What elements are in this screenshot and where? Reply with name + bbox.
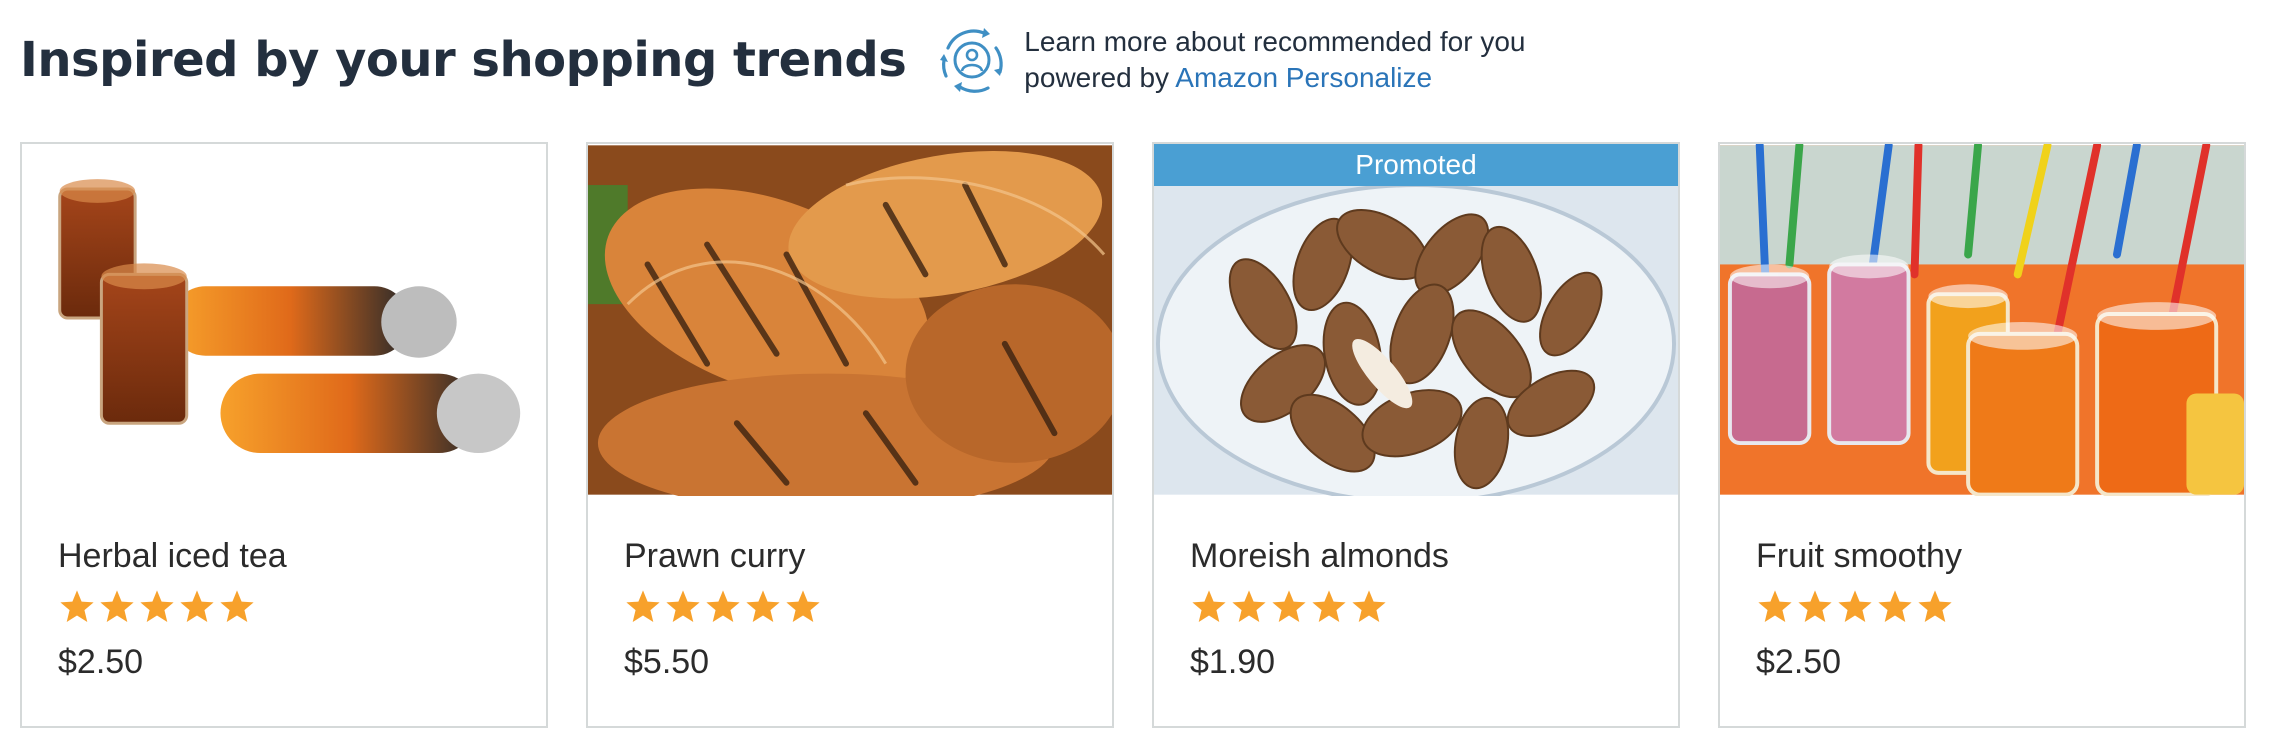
product-name[interactable]: Fruit smoothy [1756, 534, 2208, 578]
product-card-herbal-iced-tea[interactable]: Herbal iced tea $2.50 [20, 142, 548, 728]
fruit-smoothy-image [1720, 144, 2244, 496]
star-icon [706, 590, 740, 623]
product-name[interactable]: Prawn curry [624, 534, 1076, 578]
product-price: $5.50 [624, 643, 710, 681]
product-price: $1.90 [1190, 643, 1276, 681]
recommendations-header: Inspired by your shopping trends Learn m… [20, 20, 1525, 100]
star-icon [1758, 590, 1792, 623]
product-price: $2.50 [58, 643, 144, 681]
star-icon [180, 590, 214, 623]
personalize-info: Learn more about recommended for you pow… [932, 20, 1525, 100]
star-icon [1232, 590, 1266, 623]
star-rating [58, 588, 510, 628]
star-icon [786, 590, 820, 623]
star-icon [60, 590, 94, 623]
product-price: $2.50 [1756, 643, 1842, 681]
star-icon [1352, 590, 1386, 623]
herbal-iced-tea-image [22, 145, 546, 495]
product-name[interactable]: Moreish almonds [1190, 534, 1642, 578]
powered-by-text: powered by [1024, 62, 1170, 93]
star-icon [1838, 590, 1872, 623]
star-icon [666, 590, 700, 623]
star-icon [1272, 590, 1306, 623]
star-icon [1312, 590, 1346, 623]
star-icon [1798, 590, 1832, 623]
star-icon [140, 590, 174, 623]
section-title: Inspired by your shopping trends [20, 32, 907, 88]
star-icon [100, 590, 134, 623]
product-card-fruit-smoothy[interactable]: Fruit smoothy $2.50 [1718, 142, 2246, 728]
star-icon [1918, 590, 1952, 623]
star-icon [746, 590, 780, 623]
product-name[interactable]: Herbal iced tea [58, 534, 510, 578]
star-icon [1878, 590, 1912, 623]
personalize-user-cycle-icon[interactable] [932, 20, 1012, 100]
star-icon [626, 590, 660, 623]
promoted-badge: Promoted [1154, 144, 1678, 186]
amazon-personalize-link[interactable]: Amazon Personalize [1175, 62, 1432, 93]
star-icon [1192, 590, 1226, 623]
product-card-moreish-almonds[interactable]: Promoted Moreish almonds $1.90 [1152, 142, 1680, 728]
star-rating [1756, 588, 2208, 628]
product-card-prawn-curry[interactable]: Prawn curry $5.50 [586, 142, 1114, 728]
personalize-learn-more-text: Learn more about recommended for you [1024, 26, 1526, 57]
star-rating [624, 588, 1076, 628]
moreish-almonds-image [1154, 145, 1678, 496]
product-cards: Herbal iced tea $2.50 Prawn curry $5.50 … [20, 142, 2246, 728]
star-icon [220, 590, 254, 623]
prawn-curry-image [588, 145, 1112, 496]
star-rating [1190, 588, 1642, 628]
